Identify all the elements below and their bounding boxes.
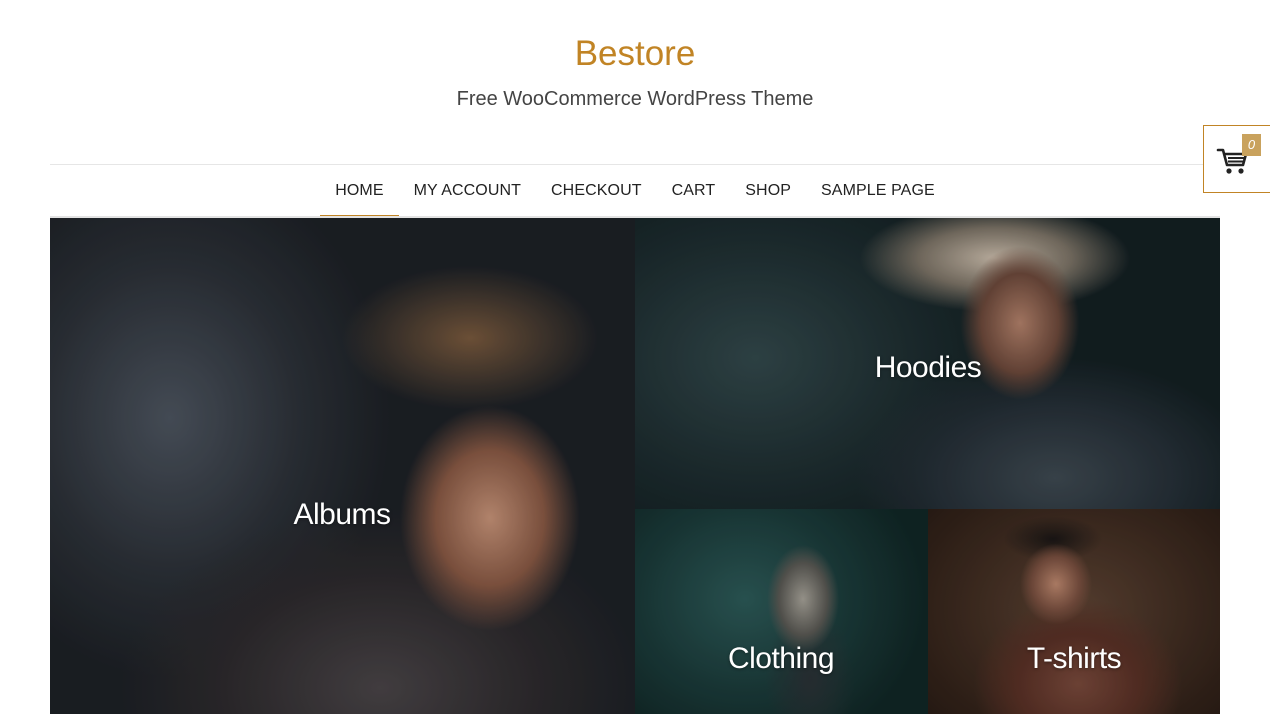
nav-item-sample-page[interactable]: SAMPLE PAGE <box>806 165 950 217</box>
nav-item-label: MY ACCOUNT <box>413 182 522 199</box>
nav-item-checkout[interactable]: CHECKOUT <box>536 165 657 217</box>
category-tile-hoodies[interactable]: Hoodies <box>635 218 1220 509</box>
nav-item-label: SAMPLE PAGE <box>821 182 935 199</box>
nav-item-cart[interactable]: CART <box>657 165 731 217</box>
tile-overlay <box>928 509 1220 714</box>
main-navigation: HOME MY ACCOUNT CHECKOUT CART SHOP SAMPL… <box>0 165 1270 217</box>
tile-overlay <box>50 218 635 714</box>
nav-item-home[interactable]: HOME <box>320 165 400 217</box>
nav-item-label: CART <box>671 182 716 199</box>
category-label: T-shirts <box>1026 642 1122 675</box>
cart-count-badge: 0 <box>1242 134 1261 156</box>
category-label: Albums <box>293 498 391 531</box>
category-tile-clothing[interactable]: Clothing <box>635 509 928 714</box>
nav-item-label: SHOP <box>745 182 792 199</box>
floating-cart-button[interactable]: 0 <box>1203 125 1270 193</box>
site-tagline: Free WooCommerce WordPress Theme <box>456 88 814 110</box>
nav-item-label: CHECKOUT <box>551 182 642 199</box>
tile-overlay <box>635 509 928 714</box>
site-title[interactable]: Bestore <box>0 33 1270 75</box>
nav-item-label: HOME <box>335 182 384 199</box>
category-label: Hoodies <box>874 351 982 384</box>
category-tile-albums[interactable]: Albums <box>50 218 635 714</box>
nav-item-shop[interactable]: SHOP <box>730 165 806 217</box>
nav-item-my-account[interactable]: MY ACCOUNT <box>399 165 536 217</box>
site-header: Bestore Free WooCommerce WordPress Theme <box>0 0 1270 164</box>
category-label: Clothing <box>727 642 835 675</box>
category-tile-tshirts[interactable]: T-shirts <box>928 509 1220 714</box>
category-grid: Albums Hoodies Clothing T-shirts <box>50 218 1220 714</box>
